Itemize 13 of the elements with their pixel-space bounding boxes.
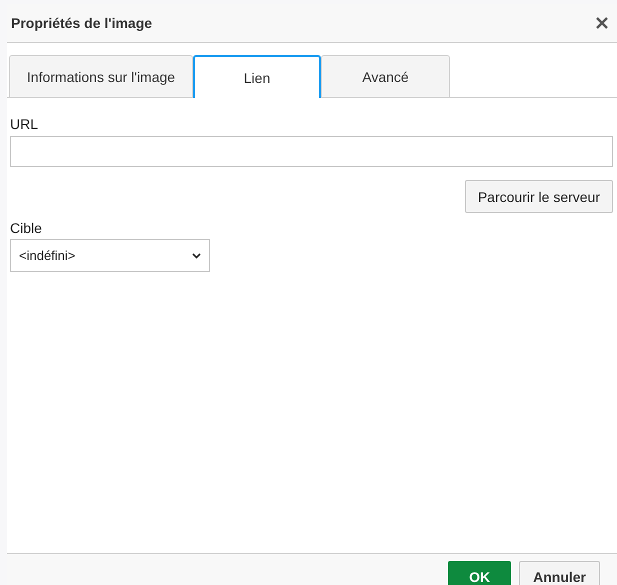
target-dropdown[interactable]: <indéfini> [10,239,210,272]
chevron-icon [192,252,201,258]
tab[interactable]: Avancé [321,55,450,97]
url-field[interactable] [10,136,613,167]
cancel-button[interactable]: Annuler [519,561,600,585]
field-label: URL [10,116,40,132]
ok-button[interactable]: OK [448,561,512,585]
dialog-title: Propriétés de l'image [11,15,152,31]
tab[interactable]: Lien [193,55,321,98]
close-icon[interactable] [596,17,608,29]
tab[interactable]: Informations sur l'image [9,55,193,97]
browse-button[interactable]: Parcourir le serveur [464,180,613,213]
field-label: Cible [10,220,43,236]
